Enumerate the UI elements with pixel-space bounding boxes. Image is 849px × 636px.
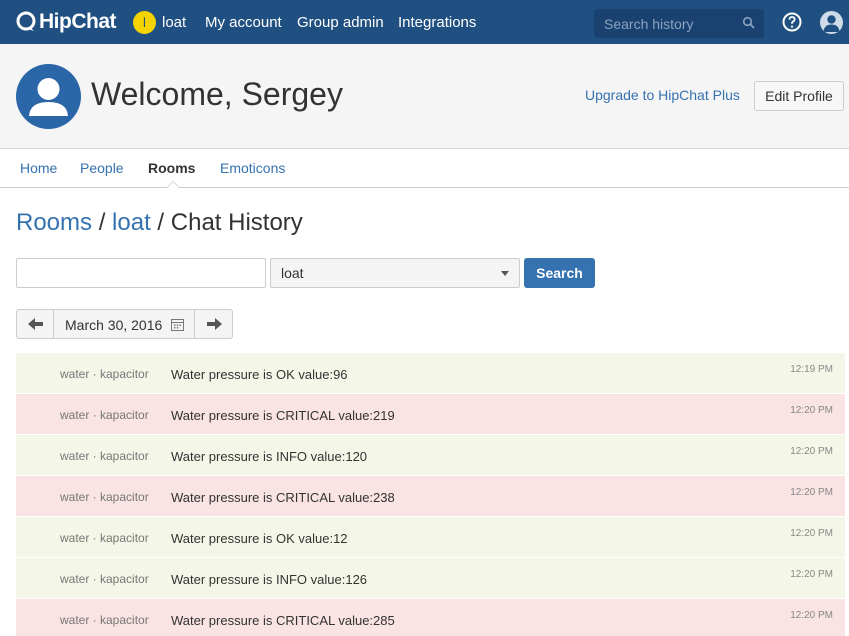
message-row: water · kapacitor Water pressure is OK v… (16, 517, 845, 558)
previous-day-button[interactable] (17, 310, 54, 338)
message-sender: water · kapacitor (60, 449, 149, 463)
tab-rooms[interactable]: Rooms (148, 160, 195, 176)
app-name: HipChat (39, 10, 117, 33)
help-icon[interactable] (782, 12, 802, 32)
message-row: water · kapacitor Water pressure is CRIT… (16, 394, 845, 435)
chat-history-list: water · kapacitor Water pressure is OK v… (16, 353, 845, 636)
breadcrumb-rooms[interactable]: Rooms (16, 209, 92, 236)
history-search-input[interactable] (16, 258, 266, 288)
nav-link-integrations[interactable]: Integrations (398, 14, 476, 31)
user-avatar-icon[interactable] (820, 11, 843, 34)
welcome-title: Welcome, Sergey (91, 76, 343, 112)
message-time: 12:19 PM (790, 364, 833, 375)
message-time: 12:20 PM (790, 405, 833, 416)
message-time: 12:20 PM (790, 610, 833, 621)
message-row: water · kapacitor Water pressure is CRIT… (16, 599, 845, 636)
edit-profile-button[interactable]: Edit Profile (754, 81, 844, 111)
message-text: Water pressure is CRITICAL value:285 (171, 613, 395, 628)
calendar-icon[interactable] (171, 318, 184, 331)
tab-emoticons[interactable]: Emoticons (220, 160, 285, 176)
breadcrumb: Rooms / loat / Chat History (16, 209, 303, 237)
message-sender: water · kapacitor (60, 490, 149, 504)
message-text: Water pressure is INFO value:120 (171, 449, 368, 464)
message-time: 12:20 PM (790, 487, 833, 498)
nav-link-group-admin[interactable]: Group admin (297, 14, 384, 31)
room-select[interactable]: loat (270, 258, 520, 288)
search-button[interactable]: Search (524, 258, 595, 288)
message-text: Water pressure is OK value:96 (171, 367, 348, 382)
search-history-box (594, 9, 764, 38)
message-row: water · kapacitor Water pressure is OK v… (16, 353, 845, 394)
breadcrumb-separator: / (157, 209, 165, 236)
message-time: 12:20 PM (790, 446, 833, 457)
message-row: water · kapacitor Water pressure is CRIT… (16, 476, 845, 517)
breadcrumb-separator: / (98, 209, 106, 236)
profile-avatar-icon (16, 64, 81, 129)
message-time: 12:20 PM (790, 569, 833, 580)
upgrade-link[interactable]: Upgrade to HipChat Plus (585, 87, 740, 103)
chevron-down-icon (501, 271, 509, 276)
message-sender: water · kapacitor (60, 531, 149, 545)
next-day-button[interactable] (194, 310, 232, 338)
tab-people[interactable]: People (80, 160, 124, 176)
message-sender: water · kapacitor (60, 408, 149, 422)
search-icon[interactable] (742, 16, 756, 30)
current-date[interactable]: March 30, 2016 (65, 317, 162, 333)
message-text: Water pressure is CRITICAL value:238 (171, 490, 395, 505)
room-select-value: loat (281, 265, 304, 281)
message-sender: water · kapacitor (60, 367, 149, 381)
message-sender: water · kapacitor (60, 613, 149, 627)
nav-link-my-account[interactable]: My account (205, 14, 282, 31)
user-initial-avatar[interactable]: l (133, 11, 156, 34)
search-history-input[interactable] (594, 9, 739, 38)
sub-navigation: Home People Rooms Emoticons (0, 149, 849, 188)
date-navigator: March 30, 2016 (16, 309, 233, 339)
message-text: Water pressure is INFO value:126 (171, 572, 368, 587)
message-row: water · kapacitor Water pressure is INFO… (16, 435, 845, 476)
profile-header: Welcome, Sergey Upgrade to HipChat Plus … (0, 44, 849, 149)
message-time: 12:20 PM (790, 528, 833, 539)
arrow-left-icon (28, 318, 43, 330)
message-row: water · kapacitor Water pressure is INFO… (16, 558, 845, 599)
message-text: Water pressure is CRITICAL value:219 (171, 408, 395, 423)
message-text: Water pressure is OK value:12 (171, 531, 348, 546)
message-sender: water · kapacitor (60, 572, 149, 586)
nav-link-loat[interactable]: loat (162, 14, 186, 31)
chat-bubble-icon (16, 11, 36, 31)
arrow-right-icon (207, 318, 222, 330)
breadcrumb-room[interactable]: loat (112, 209, 151, 236)
tab-home[interactable]: Home (20, 160, 57, 176)
hipchat-logo[interactable]: HipChat (15, 9, 117, 35)
breadcrumb-current: Chat History (170, 209, 303, 236)
top-navbar: HipChat l loat My account Group admin In… (0, 0, 849, 44)
